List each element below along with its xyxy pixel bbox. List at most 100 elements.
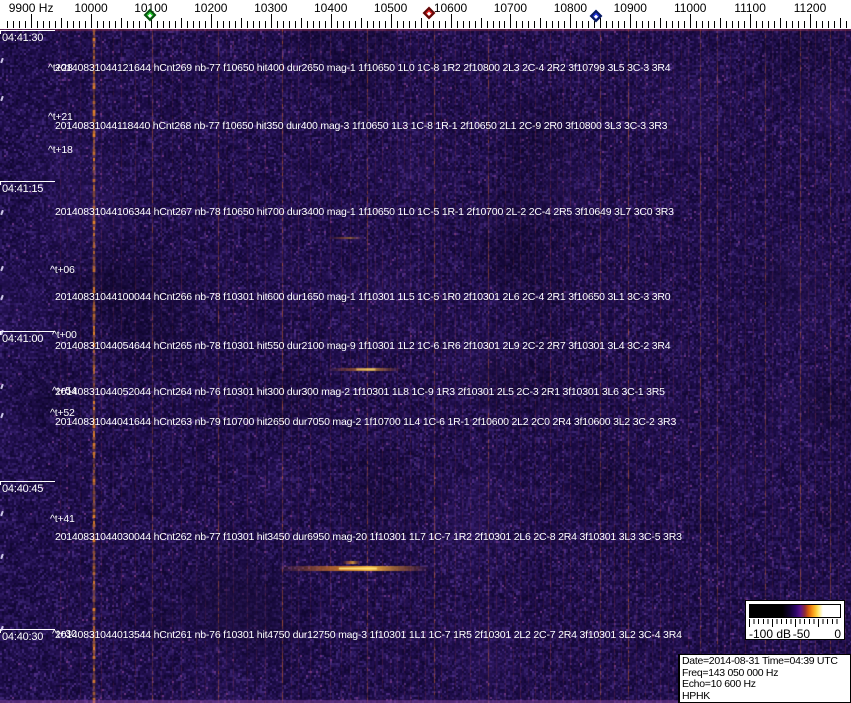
freq-tick: [720, 18, 722, 28]
time-axis-label: 04:40:30: [0, 629, 56, 643]
freq-tick: [726, 21, 728, 28]
freq-tick: [282, 21, 284, 28]
freq-tick: [49, 21, 51, 28]
detection-log-line: 20140831044100044 hCnt266 nb-78 f10301 h…: [55, 291, 671, 303]
info-date-time: Date=2014-08-31 Time=04:39 UTC: [682, 655, 838, 667]
freq-tick: [91, 14, 92, 28]
freq-tick: [708, 21, 710, 28]
freq-tick: [414, 21, 416, 28]
freq-tick: [450, 14, 452, 28]
freq-tick: [288, 21, 290, 28]
freq-label: 10700: [493, 1, 528, 15]
freq-tick: [654, 21, 656, 28]
freq-label: 10300: [254, 1, 288, 15]
freq-tick: [25, 21, 27, 28]
freq-tick: [73, 21, 74, 28]
freq-tick: [480, 18, 482, 28]
freq-tick: [588, 21, 590, 28]
freq-tick: [276, 21, 278, 28]
freq-tick: [342, 21, 344, 28]
freq-tick: [348, 21, 350, 28]
freq-tick: [43, 21, 45, 28]
freq-label: 11000: [673, 1, 707, 15]
freq-tick: [55, 21, 56, 28]
freq-tick: [462, 21, 464, 28]
time-edge-tick: [0, 209, 4, 216]
freq-tick: [648, 21, 650, 28]
time-axis-label: 04:41:30: [0, 30, 56, 44]
freq-tick: [612, 21, 614, 28]
freq-tick: [636, 21, 638, 28]
freq-tick: [294, 21, 296, 28]
freq-tick: [684, 21, 686, 28]
freq-tick: [642, 21, 644, 28]
freq-tick: [61, 18, 62, 28]
freq-tick: [402, 21, 404, 28]
freq-tick: [630, 14, 632, 28]
freq-tick: [324, 21, 326, 28]
freq-tick: [522, 21, 524, 28]
time-edge-tick: [0, 510, 4, 517]
freq-tick: [474, 21, 476, 28]
freq-tick: [570, 14, 572, 28]
freq-tick: [246, 21, 248, 28]
freq-tick: [121, 18, 122, 28]
echo-time-marker: ^t+18: [48, 144, 73, 156]
freq-tick: [600, 18, 602, 28]
freq-tick: [714, 21, 716, 28]
freq-tick: [738, 21, 740, 28]
freq-tick: [798, 21, 800, 28]
freq-tick: [306, 21, 308, 28]
detection-log-line: 20140831044121644 hCnt269 nb-77 f10650 h…: [55, 62, 671, 74]
info-station-id: HPHK: [682, 689, 710, 702]
time-edge-tick: [0, 383, 4, 390]
spectrogram-overlays: 04:41:30 04:41:15 04:41:00 04:40:45 04:40:30…: [0, 0, 851, 703]
freq-tick: [115, 21, 116, 28]
colormap-gradient: [749, 604, 841, 618]
freq-tick: [396, 21, 398, 28]
freq-tick: [846, 21, 847, 28]
freq-tick: [384, 21, 386, 28]
freq-tick: [768, 21, 770, 28]
freq-tick: [186, 21, 188, 28]
freq-tick: [360, 18, 362, 28]
freq-tick: [354, 21, 356, 28]
freq-tick: [408, 21, 410, 28]
freq-tick: [336, 21, 338, 28]
freq-tick: [774, 21, 776, 28]
freq-tick: [300, 18, 302, 28]
freq-tick: [756, 21, 758, 28]
freq-tick: [504, 21, 506, 28]
freq-tick: [618, 21, 620, 28]
info-echo-freq: Echo=10 600 Hz: [682, 678, 756, 690]
freq-tick: [97, 21, 98, 28]
freq-tick: [127, 21, 128, 28]
detection-log-line: 20140831044054644 hCnt265 nb-78 f10301 h…: [55, 340, 671, 352]
freq-tick: [366, 21, 368, 28]
freq-tick: [103, 21, 104, 28]
freq-tick: [804, 21, 805, 28]
freq-tick: [7, 21, 9, 28]
freq-tick: [31, 14, 33, 28]
time-edge-tick: [0, 265, 4, 272]
time-axis-label: 04:41:15: [0, 181, 56, 195]
freq-tick: [666, 21, 668, 28]
freq-label: 10200: [194, 1, 228, 15]
freq-tick: [492, 21, 494, 28]
detection-log-line: 20140831044030044 hCnt262 nb-77 f10301 h…: [55, 531, 682, 543]
freq-tick: [690, 14, 692, 28]
freq-tick: [426, 21, 428, 28]
freq-tick: [582, 21, 584, 28]
detection-log-line: 20140831044106344 hCnt267 nb-78 f10650 h…: [55, 206, 674, 218]
freq-tick: [546, 21, 548, 28]
freq-tick: [834, 21, 835, 28]
freq-tick: [558, 21, 560, 28]
freq-tick: [192, 21, 194, 28]
detection-log-line: 20140831044052044 hCnt264 nb-76 f10301 h…: [55, 386, 665, 398]
time-axis-label: 04:40:45: [0, 481, 56, 495]
freq-tick: [258, 21, 260, 28]
freq-tick: [378, 21, 380, 28]
freq-tick: [138, 21, 140, 28]
freq-tick: [786, 21, 788, 28]
freq-tick: [198, 21, 200, 28]
